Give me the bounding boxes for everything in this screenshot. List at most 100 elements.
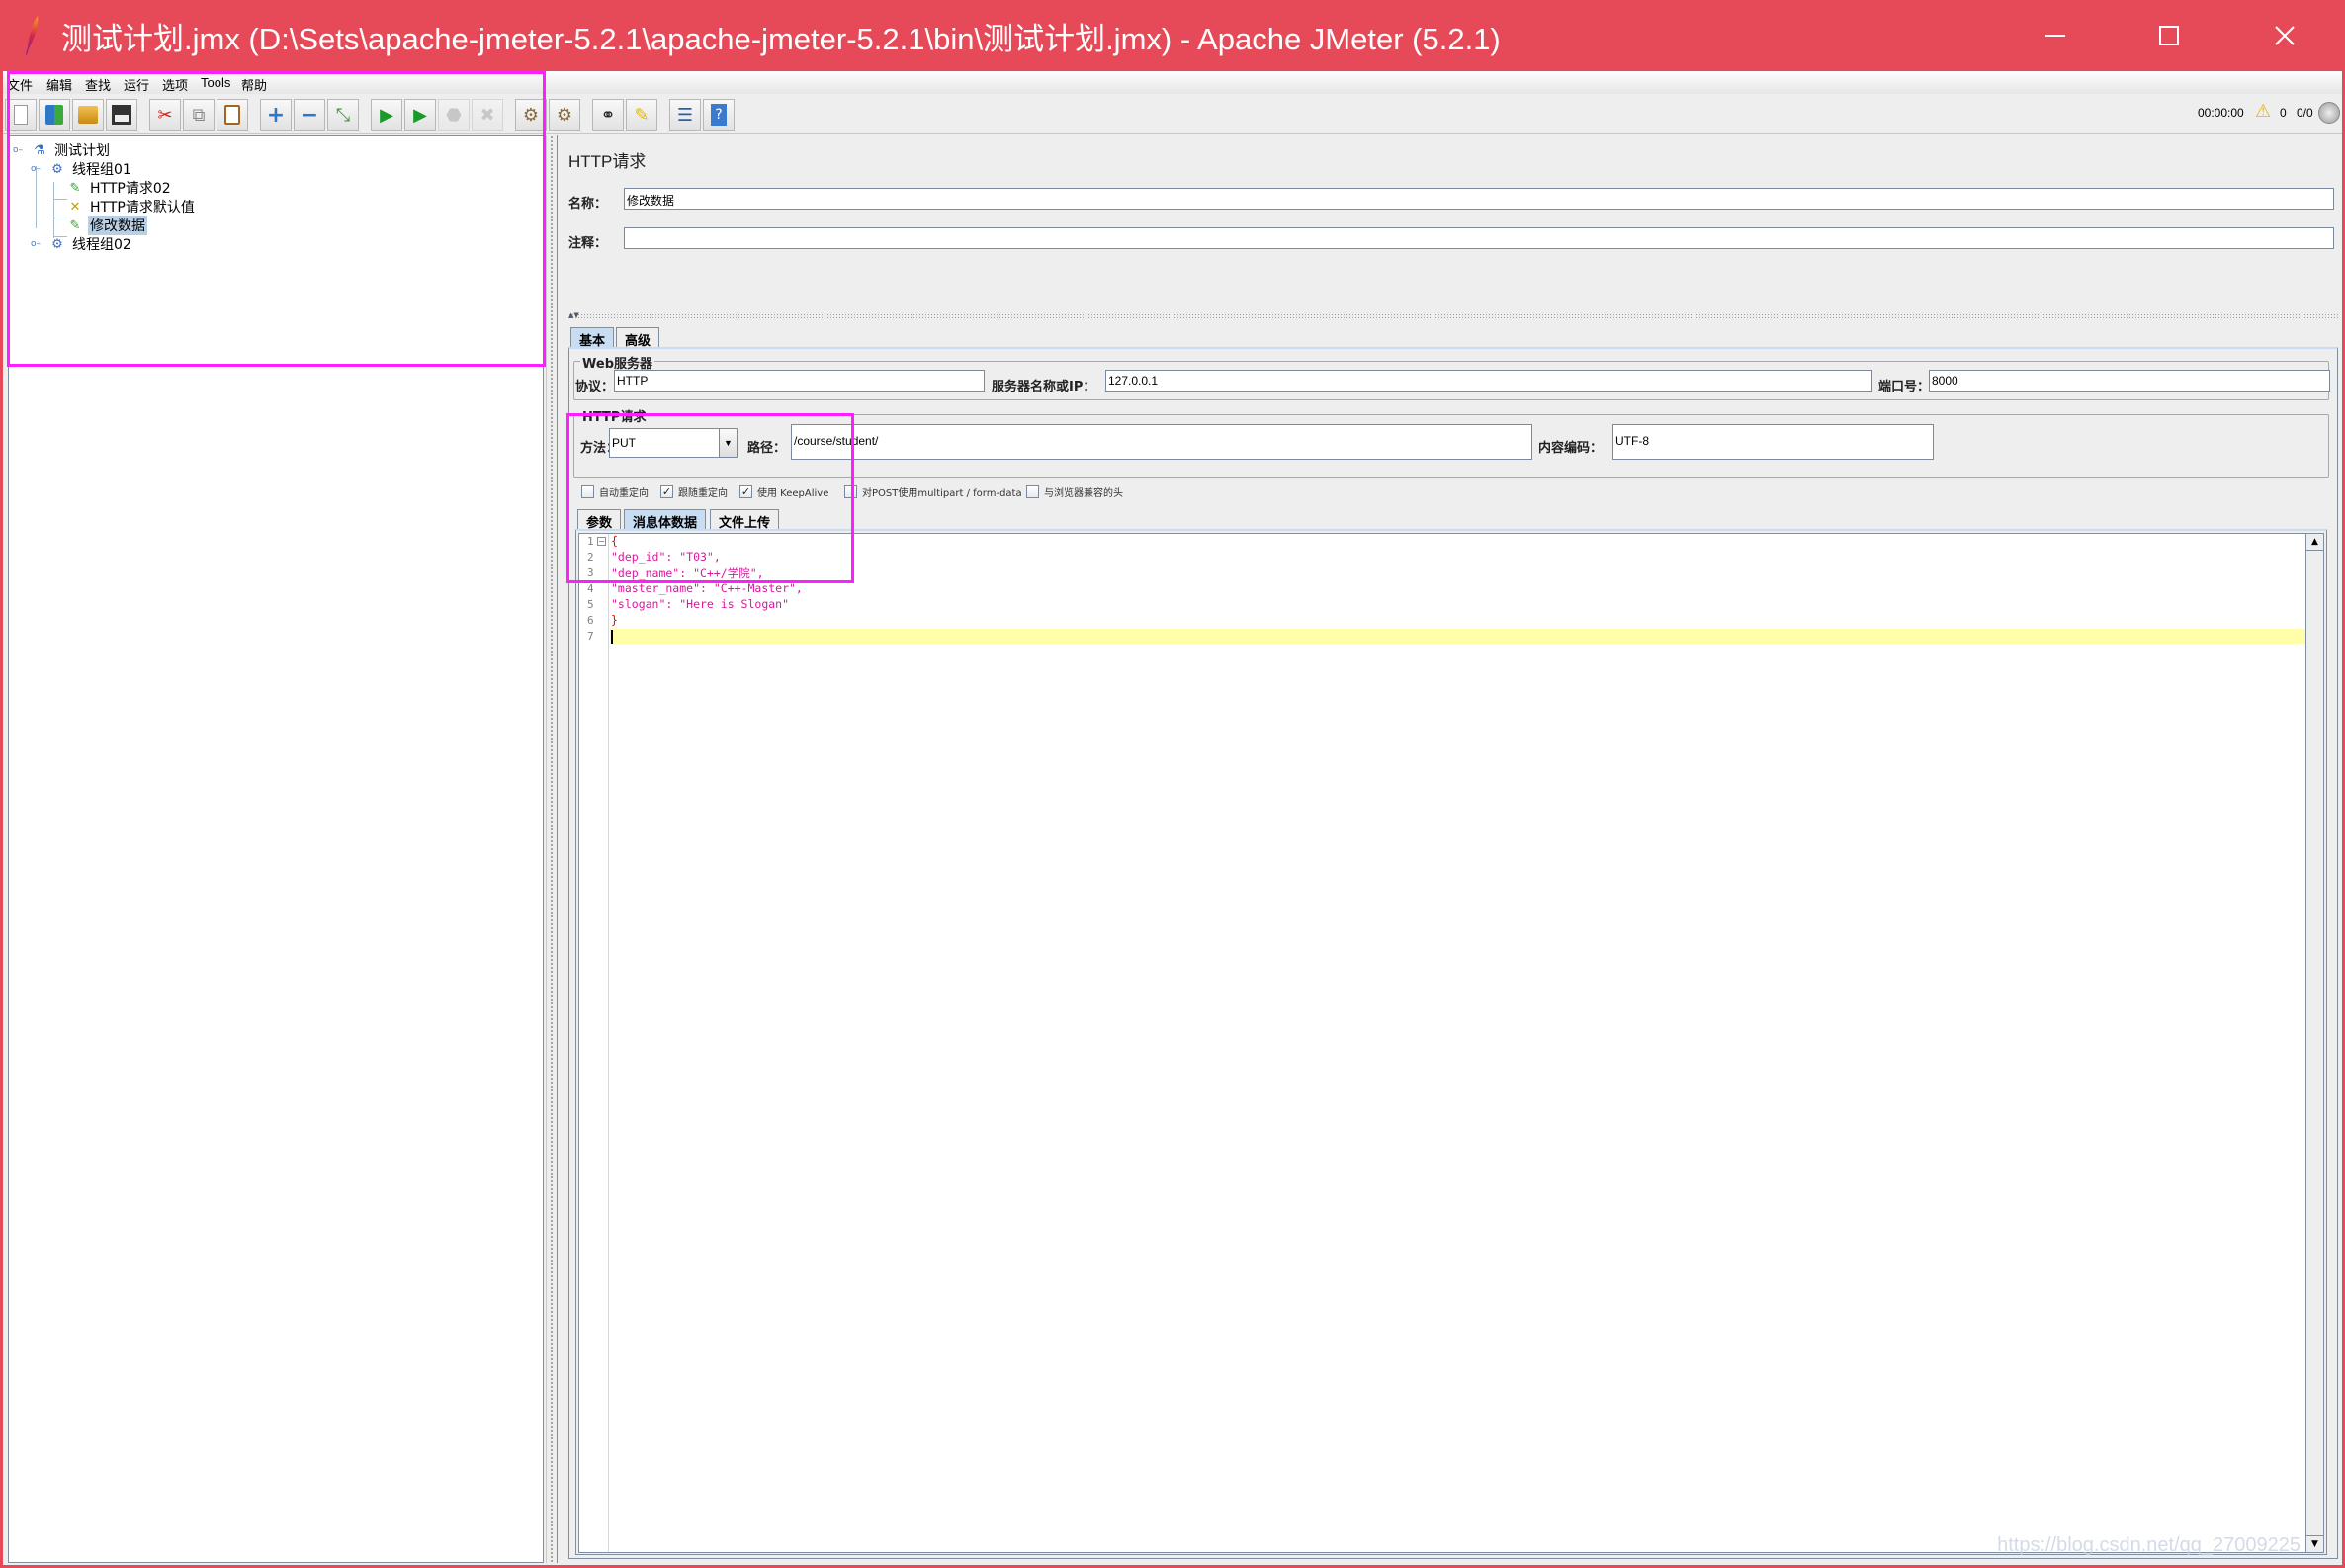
start-no-pauses-button[interactable]: ▶ — [404, 99, 436, 131]
start-button[interactable]: ▶ — [371, 99, 402, 131]
server-field[interactable]: 127.0.0.1 — [1105, 370, 1872, 392]
scroll-down-icon[interactable]: ▼ — [2306, 1535, 2323, 1552]
tree-node-modify-data[interactable]: ✎ 修改数据 — [66, 216, 147, 235]
thread-group-gear-icon: ⚙ — [51, 236, 63, 252]
cut-button[interactable]: ✂ — [149, 99, 181, 131]
follow-redirect-checkbox[interactable]: ✓ 跟随重定向 — [660, 484, 728, 499]
title-bar[interactable]: 测试计划.jmx (D:\Sets\apache-jmeter-5.2.1\ap… — [0, 0, 2345, 71]
browser-headers-checkbox[interactable]: 与浏览器兼容的头 — [1026, 484, 1123, 499]
fold-collapse-icon[interactable]: − — [597, 537, 606, 546]
templates-button[interactable] — [39, 99, 70, 131]
menu-search[interactable]: 查找 — [85, 75, 111, 94]
tab-basic[interactable]: 基本 — [570, 327, 615, 349]
search-button[interactable]: ⚭ — [592, 99, 624, 131]
encoding-field[interactable]: UTF-8 — [1612, 424, 1934, 460]
config-tools-icon: ✕ — [69, 199, 81, 215]
menu-options[interactable]: 选项 — [162, 75, 188, 94]
close-button[interactable] — [2228, 0, 2341, 71]
http-request-group: HTTP请求 方法： PUT ▼ 路径： /course/student/ 内容… — [573, 406, 2329, 478]
protocol-field[interactable]: HTTP — [614, 370, 985, 392]
line-number-gutter: 1 − 2 3 4 5 6 7 — [579, 534, 609, 1552]
multipart-checkbox[interactable]: 对POST使用multipart / form-data — [844, 484, 1022, 499]
new-button[interactable] — [5, 99, 37, 131]
menu-tools[interactable]: Tools — [201, 75, 230, 90]
tab-body-data[interactable]: 消息体数据 — [624, 509, 707, 531]
expanded-toggle-icon[interactable]: o– — [9, 141, 27, 159]
expand-all-button[interactable]: + — [260, 99, 292, 131]
comment-field[interactable] — [624, 227, 2334, 249]
minimize-icon — [2045, 35, 2065, 37]
keepalive-checkbox[interactable]: ✓ 使用 KeepAlive — [739, 484, 828, 499]
checkbox-unchecked-icon — [844, 485, 857, 498]
expanded-toggle-icon[interactable]: o– — [27, 160, 44, 178]
clear-all-broom-icon: ⚙ — [556, 104, 573, 126]
tab-file-upload[interactable]: 文件上传 — [710, 509, 780, 531]
collapsed-toggle-icon[interactable]: o– — [27, 235, 44, 253]
collapse-all-button[interactable]: − — [294, 99, 325, 131]
name-label: 名称： — [568, 197, 608, 212]
minus-icon: − — [300, 102, 319, 128]
port-field[interactable]: 8000 — [1929, 370, 2330, 392]
maximize-button[interactable] — [2113, 0, 2225, 71]
body-data-tab-body: 1 − 2 3 4 5 6 7 { "dep_id": "T03", "dep_… — [575, 529, 2327, 1555]
tree-node-thread-group-02[interactable]: o– ⚙ 线程组02 — [27, 235, 133, 254]
comment-split-bar[interactable] — [568, 313, 2338, 319]
panel-title: HTTP请求 — [568, 152, 647, 171]
menu-help[interactable]: 帮助 — [241, 75, 267, 94]
tree-node-test-plan[interactable]: o– ⚗ 测试计划 — [9, 141, 112, 160]
stop-button[interactable]: ⬣ — [438, 99, 470, 131]
plus-icon: + — [266, 102, 286, 128]
help-button[interactable]: ? — [703, 99, 735, 131]
minimize-button[interactable] — [1999, 0, 2112, 71]
open-folder-icon — [78, 106, 98, 124]
clear-button[interactable]: ⚙ — [515, 99, 547, 131]
remote-status-icon[interactable] — [2318, 102, 2340, 124]
menu-bar: 文件 编辑 查找 运行 选项 Tools 帮助 — [3, 71, 2342, 94]
current-line-highlight — [610, 629, 2323, 644]
shutdown-button[interactable]: ✖ — [472, 99, 503, 131]
toggle-button[interactable]: ⤡ — [327, 99, 359, 131]
code-line: "slogan": "Here is Slogan" — [611, 597, 790, 611]
sampler-pipette-icon: ✎ — [69, 218, 81, 233]
code-line: { — [611, 534, 618, 548]
clipboard-icon — [224, 105, 240, 125]
tree-node-thread-group-01[interactable]: o– ⚙ 线程组01 — [27, 160, 133, 179]
menu-file[interactable]: 文件 — [7, 75, 33, 94]
split-arrows-icon[interactable]: ▲▼ — [568, 311, 579, 319]
protocol-label: 协议： — [575, 380, 615, 394]
editor-vertical-scrollbar[interactable]: ▲ ▼ — [2305, 534, 2323, 1552]
reset-search-button[interactable]: ✎ — [626, 99, 657, 131]
code-line: "dep_name": "C++/学院", — [611, 566, 764, 580]
path-field[interactable]: /course/student/ — [791, 424, 1532, 460]
test-plan-tree[interactable]: o– ⚗ 测试计划 o– ⚙ 线程组01 ✎ HTTP请求02 ✕ HTTP请求… — [8, 135, 544, 1563]
tree-node-http-defaults[interactable]: ✕ HTTP请求默认值 — [66, 198, 197, 217]
binoculars-icon: ⚭ — [600, 104, 616, 126]
toggle-icon: ⤡ — [335, 104, 351, 126]
code-line: } — [611, 613, 618, 627]
scroll-up-icon[interactable]: ▲ — [2306, 534, 2323, 551]
paste-button[interactable] — [217, 99, 248, 131]
tab-parameters[interactable]: 参数 — [577, 509, 622, 531]
warning-icon[interactable]: ⚠ — [2255, 101, 2271, 122]
tree-node-http-request-02[interactable]: ✎ HTTP请求02 — [66, 179, 173, 198]
web-server-group: Web服务器 协议： HTTP 服务器名称或IP： 127.0.0.1 端口号：… — [573, 353, 2330, 400]
port-label: 端口号： — [1878, 380, 1931, 394]
menu-edit[interactable]: 编辑 — [46, 75, 72, 94]
name-field[interactable]: 修改数据 — [624, 188, 2334, 210]
split-pane-divider[interactable] — [546, 135, 556, 1563]
maximize-icon — [2159, 26, 2179, 45]
auto-redirect-checkbox[interactable]: 自动重定向 — [581, 484, 649, 499]
method-dropdown[interactable]: PUT ▼ — [609, 428, 738, 458]
copy-button[interactable]: ⧉ — [183, 99, 215, 131]
open-button[interactable] — [72, 99, 104, 131]
body-data-editor[interactable]: 1 − 2 3 4 5 6 7 { "dep_id": "T03", "dep_… — [578, 533, 2324, 1553]
save-floppy-icon — [112, 105, 131, 125]
menu-run[interactable]: 运行 — [124, 75, 149, 94]
tab-advanced[interactable]: 高级 — [616, 327, 660, 349]
client-area: 文件 编辑 查找 运行 选项 Tools 帮助 ✂ ⧉ + − ⤡ ▶ ▶ ⬣ … — [3, 71, 2342, 1565]
clear-all-button[interactable]: ⚙ — [549, 99, 580, 131]
chevron-down-icon[interactable]: ▼ — [719, 429, 737, 457]
close-icon — [2275, 26, 2295, 45]
function-helper-button[interactable]: ☰ — [669, 99, 701, 131]
save-button[interactable] — [106, 99, 137, 131]
